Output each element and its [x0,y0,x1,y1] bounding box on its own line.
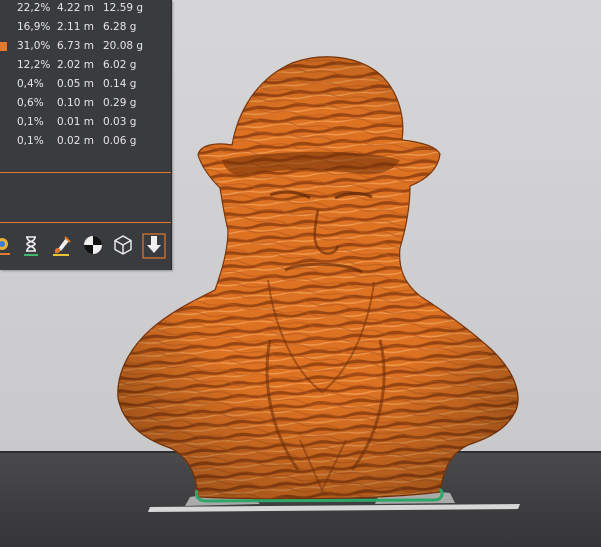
usage-percent: 0,1% [17,135,44,147]
filament-length: 2.02 m [57,59,94,71]
filament-weight: 0.29 g [103,97,137,109]
filament-row: 31,0% 6.73 m 20.08 g [0,38,171,57]
view-toolbar [0,230,171,262]
color-print-icon[interactable] [0,233,12,259]
usage-percent: 0,1% [17,116,44,128]
filament-weight: 0.03 g [103,116,137,128]
filament-row: 0,1% 0.01 m 0.03 g [0,114,171,133]
usage-percent: 22,2% [17,2,51,14]
filament-weight: 0.06 g [103,135,137,147]
usage-percent: 0,4% [17,78,44,90]
usage-percent: 0,6% [17,97,44,109]
filament-length: 0.01 m [57,116,94,128]
filament-row: 0,4% 0.05 m 0.14 g [0,76,171,95]
download-arrow-icon[interactable] [142,233,166,259]
filament-row: 0,1% 0.02 m 0.06 g [0,133,171,152]
filament-length: 0.02 m [57,135,94,147]
filament-weight: 6.28 g [103,21,137,33]
panel-divider [0,172,171,173]
filament-length: 6.73 m [57,40,94,52]
paintbrush-icon[interactable] [50,233,72,259]
filament-row: 16,9% 2.11 m 6.28 g [0,19,171,38]
filament-usage-panel: 22,2% 4.22 m 12.59 g 16,9% 2.11 m 6.28 g 31,0%… [0,0,172,270]
filament-length: 2.11 m [57,21,94,33]
color-swatch [0,42,7,51]
filament-weight: 12.59 g [103,2,144,14]
filament-length: 4.22 m [57,2,94,14]
filament-row: 12,2% 2.02 m 6.02 g [0,57,171,76]
filament-length: 0.10 m [57,97,94,109]
hourglass-icon[interactable] [20,233,42,259]
usage-percent: 12,2% [17,59,51,71]
filament-length: 0.05 m [57,78,94,90]
panel-divider [0,222,171,223]
filament-weight: 6.02 g [103,59,137,71]
filament-weight: 20.08 g [103,40,144,52]
usage-percent: 16,9% [17,21,51,33]
usage-percent: 31,0% [17,40,51,52]
filament-weight: 0.14 g [103,78,137,90]
cube-wireframe-icon[interactable] [112,233,134,259]
center-of-gravity-icon[interactable] [82,233,104,259]
filament-row: 22,2% 4.22 m 12.59 g [0,0,171,19]
filament-row: 0,6% 0.10 m 0.29 g [0,95,171,114]
